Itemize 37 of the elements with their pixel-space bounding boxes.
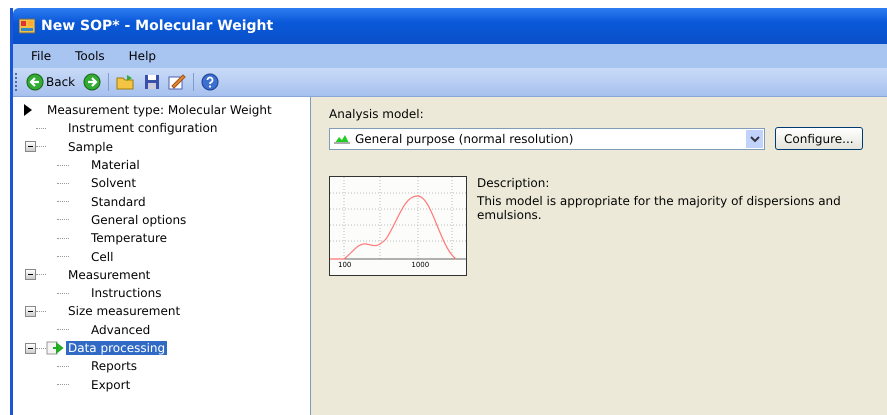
tree-item[interactable]: Data processing <box>66 341 168 355</box>
collapse-toggle[interactable] <box>25 342 36 354</box>
back-button[interactable]: Back <box>23 72 78 92</box>
app-icon <box>19 18 35 34</box>
tree-item[interactable]: Sample <box>66 140 115 154</box>
collapse-toggle[interactable] <box>25 306 36 317</box>
menu-item[interactable]: File <box>19 49 64 63</box>
peak-icon <box>334 134 350 144</box>
tree-item[interactable]: Measurement type: Molecular Weight <box>45 103 274 118</box>
window-title: New SOP* - Molecular Weight <box>41 18 274 34</box>
help-icon <box>201 73 220 91</box>
folder-icon <box>116 73 136 91</box>
tree-item[interactable]: Standard <box>89 194 148 209</box>
pencil-page-icon <box>168 73 186 91</box>
tree-item[interactable]: Reports <box>89 359 140 374</box>
analysis-model-label: Analysis model: <box>329 107 425 121</box>
description-label: Description: <box>477 176 550 190</box>
tree-item[interactable]: Export <box>89 378 132 392</box>
tree-item[interactable]: Instructions <box>89 286 164 300</box>
tree-item[interactable]: Advanced <box>89 322 152 337</box>
tree-item[interactable]: Cell <box>89 250 116 264</box>
tree-item[interactable]: Measurement <box>66 268 152 282</box>
tree-item[interactable]: Temperature <box>89 231 170 246</box>
description-text: This model is appropriate for the majority of dispersions and emulsions. <box>477 194 842 222</box>
tree-item[interactable]: General options <box>89 212 188 227</box>
menu-item[interactable]: Tools <box>63 49 117 63</box>
menu-item[interactable]: Help <box>116 49 168 63</box>
analysis-model-dropdown[interactable]: General purpose (normal resolution) <box>329 128 765 150</box>
toolbar-grip <box>15 73 19 91</box>
tree-item[interactable]: Solvent <box>89 176 138 190</box>
collapse-toggle[interactable] <box>25 269 36 280</box>
tree-item[interactable]: Instrument configuration <box>66 121 220 136</box>
collapse-toggle[interactable] <box>25 141 36 152</box>
tree-item[interactable]: Size measurement <box>66 304 182 318</box>
tree-item[interactable]: Material <box>89 158 142 172</box>
configure-button[interactable]: Configure... <box>775 127 863 150</box>
triangle-pointer-icon <box>23 104 33 116</box>
